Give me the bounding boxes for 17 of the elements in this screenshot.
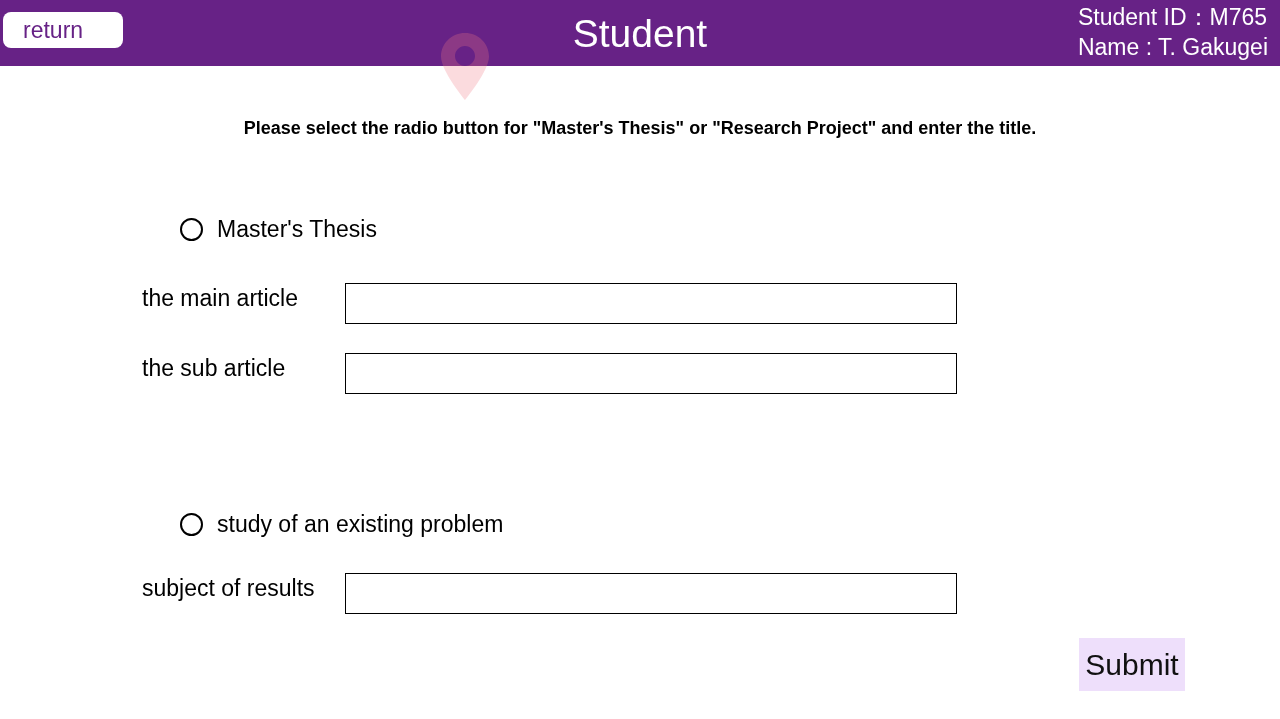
instruction-text: Please select the radio button for "Master's Thesis" or "Research Project" and enter the title. — [242, 117, 1038, 140]
radio-button[interactable] — [180, 512, 203, 536]
input-field[interactable] — [345, 573, 957, 614]
input-field[interactable] — [345, 283, 957, 324]
radio-label: study of an existing problem — [217, 510, 504, 538]
page-title: Student — [572, 12, 708, 56]
return-button[interactable]: return — [3, 12, 123, 48]
student-id-text: Student ID：M765 — [1077, 3, 1268, 32]
field-label: the main article — [142, 285, 299, 312]
radio-button[interactable] — [180, 217, 203, 241]
student-name-text: Name : T. Gakugei — [1077, 33, 1268, 62]
radio-label: Master's Thesis — [217, 215, 377, 243]
field-label: the sub article — [142, 355, 287, 382]
field-label: subject of results — [142, 575, 316, 602]
submit-button[interactable]: Submit — [1079, 638, 1185, 691]
location-pin-icon — [441, 33, 489, 100]
input-field[interactable] — [345, 353, 957, 394]
